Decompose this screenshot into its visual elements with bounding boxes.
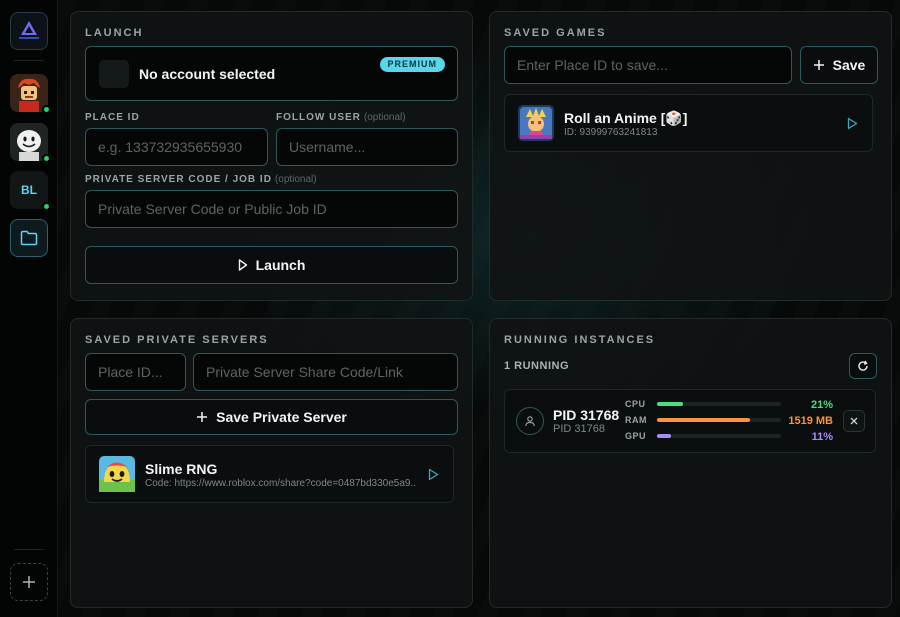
app-logo-icon [19, 21, 39, 39]
follow-user-label: FOLLOW USER (optional) [276, 112, 406, 123]
private-server-input[interactable] [85, 190, 458, 228]
account-bl[interactable]: BL [10, 171, 51, 211]
launch-panel: LAUNCH No account selected PREMIUM PLACE… [70, 11, 473, 301]
ram-label: RAM [625, 415, 647, 425]
account-avatar-2[interactable] [10, 123, 51, 163]
instance-icon [516, 407, 544, 435]
instance-subtitle: PID 31768 [553, 423, 605, 435]
panel-title: SAVED GAMES [504, 27, 607, 39]
account-initials: BL [21, 183, 37, 197]
save-button-label: Save [832, 57, 866, 73]
folder-button[interactable] [10, 219, 48, 257]
account-selector-label: No account selected [139, 66, 276, 82]
place-id-input[interactable] [85, 128, 268, 166]
online-status-dot [42, 202, 51, 211]
instance-title: PID 31768 [553, 407, 620, 423]
saved-game-card[interactable]: Roll an Anime [🎲] ID: 93999763241813 [504, 94, 873, 152]
instance-card: PID 31768 PID 31768 CPU 21% RAM 1519 MB … [504, 389, 876, 453]
plus-icon [197, 412, 208, 422]
cpu-bar-fill [657, 402, 684, 406]
account-placeholder-avatar [99, 60, 129, 88]
play-icon [238, 259, 247, 271]
private-server-place-input[interactable] [85, 353, 186, 391]
ram-bar [657, 418, 781, 422]
game-thumbnail-icon [518, 105, 554, 141]
slime-thumbnail-icon [99, 456, 135, 492]
saved-game-id: ID: 93999763241813 [564, 127, 658, 138]
sidebar-divider [14, 549, 44, 550]
private-server-code: Code: https://www.roblox.com/share?code=… [145, 478, 417, 489]
panel-title: RUNNING INSTANCES [504, 334, 656, 346]
cpu-label: CPU [625, 399, 646, 409]
account-selector[interactable]: No account selected PREMIUM [85, 46, 458, 101]
refresh-icon [858, 360, 868, 371]
premium-badge: PREMIUM [379, 57, 445, 72]
save-private-server-button[interactable]: Save Private Server [85, 399, 458, 435]
running-count: 1 RUNNING [504, 360, 570, 372]
save-private-server-label: Save Private Server [216, 409, 347, 425]
launch-button[interactable]: Launch [85, 246, 458, 284]
user-icon [525, 416, 535, 427]
follow-user-input[interactable] [276, 128, 458, 166]
saved-game-title: Roll an Anime [🎲] [564, 110, 688, 126]
refresh-button[interactable] [849, 353, 877, 379]
panel-title: SAVED PRIVATE SERVERS [85, 334, 269, 346]
online-status-dot [42, 105, 51, 114]
folder-icon [20, 230, 38, 246]
running-instances-panel: RUNNING INSTANCES 1 RUNNING PID 31768 PI… [489, 318, 892, 608]
saved-games-panel: SAVED GAMES Save Roll an Anime [🎲] ID: 9… [489, 11, 892, 301]
saved-private-server-card[interactable]: Slime RNG Code: https://www.roblox.com/s… [85, 445, 454, 503]
account-avatar-1[interactable] [10, 74, 51, 114]
save-game-button[interactable]: Save [800, 46, 878, 84]
sidebar-divider [14, 60, 44, 61]
ram-bar-fill [657, 418, 750, 422]
gpu-bar-fill [657, 434, 671, 438]
gpu-bar [657, 434, 781, 438]
add-account-button[interactable] [10, 563, 48, 601]
plus-icon [813, 60, 824, 70]
private-server-title: Slime RNG [145, 461, 218, 477]
saved-private-servers-panel: SAVED PRIVATE SERVERS Save Private Serve… [70, 318, 473, 608]
close-icon [850, 417, 858, 425]
launch-button-label: Launch [255, 257, 306, 273]
sidebar: BL [0, 0, 58, 617]
plus-icon [23, 576, 35, 588]
private-server-label: PRIVATE SERVER CODE / JOB ID (optional) [85, 174, 317, 185]
private-server-code-input[interactable] [193, 353, 458, 391]
save-place-id-input[interactable] [504, 46, 792, 84]
gpu-value: 11% [811, 431, 833, 443]
close-instance-button[interactable] [843, 410, 865, 432]
app-logo-button[interactable] [10, 12, 48, 50]
play-icon[interactable] [428, 468, 439, 481]
play-icon[interactable] [847, 117, 858, 130]
cpu-value: 21% [810, 399, 833, 411]
online-status-dot [42, 154, 51, 163]
gpu-label: GPU [625, 431, 647, 441]
panel-title: LAUNCH [85, 27, 144, 39]
ram-value: 1519 MB [788, 415, 833, 427]
place-id-label: PLACE ID [85, 112, 140, 123]
cpu-bar [657, 402, 781, 406]
